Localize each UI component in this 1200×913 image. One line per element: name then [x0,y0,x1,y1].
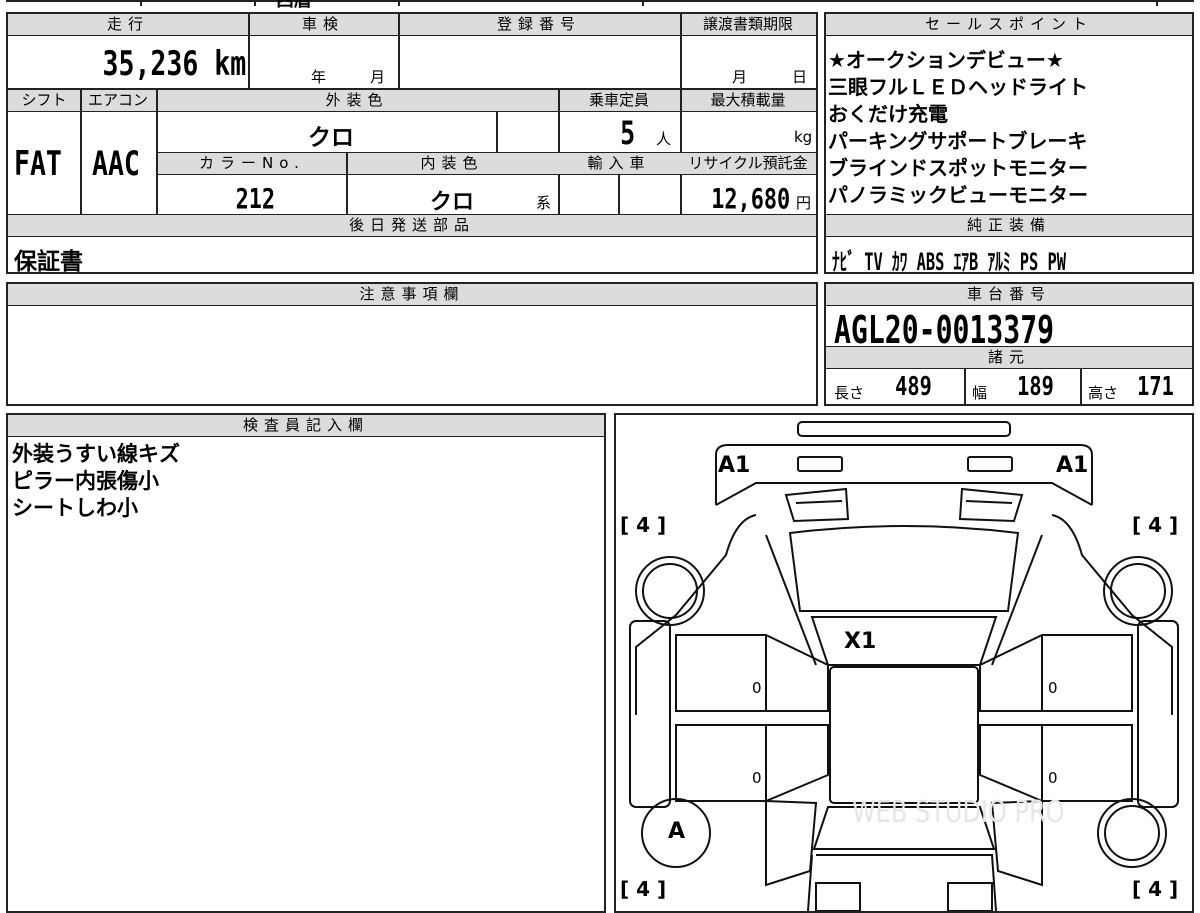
vehicle-info-table: 走行 車検 登録番号 譲渡書類期限 35,236 km 年 月 月 日 シフト … [6,12,818,275]
deadline-month-unit: 月 [732,68,748,86]
header-recycle: リサイクル預託金 [680,153,816,175]
header-exterior-color: 外装色 [156,90,558,112]
capacity-value: 5 [620,114,636,152]
header-max-load: 最大積載量 [680,90,816,112]
tire-rear-right: [ 4 ] [1132,877,1179,901]
tire-rear-left: [ 4 ] [620,877,667,901]
header-import: 輸入車 [558,153,680,175]
inspector-note-item: 外装うすい線キズ [12,442,180,466]
car-diagram [629,421,1179,911]
shift-value: FAT [14,144,62,184]
exterior-color-value: クロ [308,125,354,151]
header-aircon: エアコン [80,90,156,112]
inspector-notes-list: 外装うすい線キズ ピラー内張傷小 シートしわ小 [12,441,180,522]
door-front-left-mark: 0 [752,679,762,697]
load-unit: kg [794,128,813,146]
header-interior-color: 内装色 [346,153,558,175]
color-no-value: 212 [235,182,276,215]
sales-points-box: セールスポイント ★オークションデビュー★ 三眼フルＬＥＤヘッドライト おくだけ… [824,12,1194,276]
inspector-note-item: シートしわ小 [12,496,138,520]
mark-a1-right: A1 [1056,453,1089,478]
header-mileage: 走行 [8,14,248,36]
tire-front-right: [ 4 ] [1132,513,1179,537]
header-sales-points: セールスポイント [826,14,1192,36]
top-strip: 西暦 [6,0,1194,11]
sales-point-item: 三眼フルＬＥＤヘッドライト [828,75,1088,99]
capacity-unit: 人 [656,130,672,148]
inspector-note-item: ピラー内張傷小 [12,469,159,493]
later-parts-value: 保証書 [14,249,83,275]
sales-point-item: ★オークションデビュー★ [828,48,1064,72]
sales-points-list: ★オークションデビュー★ 三眼フルＬＥＤヘッドライト おくだけ充電 パーキングサ… [828,47,1190,209]
sales-point-item: パーキングサポートブレーキ [828,129,1088,153]
door-front-right-mark: 0 [1048,679,1058,697]
length-label: 長さ [834,384,865,402]
mileage-value: 35,236 km [102,44,246,84]
header-shift: シフト [8,90,80,112]
recycle-value: 12,680 [711,182,790,215]
header-capacity: 乗車定員 [558,90,680,112]
header-later-parts: 後日発送部品 [8,215,816,237]
width-value: 189 [1017,372,1054,402]
header-registration: 登録番号 [398,14,680,36]
chassis-box: 車台番号 AGL20-0013379 諸元 長さ 489 幅 189 高さ 17… [824,282,1194,406]
deadline-day-unit: 日 [792,68,808,86]
height-value: 171 [1137,372,1174,402]
mark-x1: X1 [844,629,877,654]
sales-point-item: おくだけ充電 [828,102,948,126]
caution-box: 注意事項欄 [6,282,818,406]
header-inspector: 検査員記入欄 [8,415,604,437]
car-diagram-box: A1 A1 X1 A [ 4 ] [ 4 ] [ 4 ] [ 4 ] 0 0 0… [614,413,1194,913]
shaken-year-unit: 年 [311,68,327,86]
header-color-no: カラーNo. [158,153,346,175]
recycle-unit: 円 [796,194,812,212]
header-shaken: 車検 [248,14,398,36]
height-label: 高さ [1088,384,1119,402]
door-rear-left-mark: 0 [752,769,762,787]
mark-a1-left: A1 [718,453,751,478]
top-partial-text: 西暦 [276,0,312,11]
width-label: 幅 [972,384,988,402]
sales-point-item: パノラミックビューモニター [828,183,1088,207]
header-transfer-deadline: 譲渡書類期限 [680,14,816,36]
header-genuine-equipment: 純正装備 [826,215,1192,237]
header-caution: 注意事項欄 [8,284,816,306]
header-chassis-no: 車台番号 [826,284,1192,306]
shaken-month-unit: 月 [370,68,386,86]
interior-suffix: 系 [536,194,552,212]
header-specs: 諸元 [826,347,1192,369]
inspector-box: 検査員記入欄 外装うすい線キズ ピラー内張傷小 シートしわ小 [6,413,606,913]
aircon-value: AAC [92,144,140,184]
watermark: WEB STUDIO PRO [852,795,1065,830]
interior-color-value: クロ [430,190,475,215]
door-rear-right-mark: 0 [1048,769,1058,787]
tire-front-left: [ 4 ] [620,513,667,537]
equipment-value: ﾅﾋﾞ TV ｶﾜ ABS ｴｱB ｱﾙﾐ PS PW [832,248,1067,276]
length-value: 489 [895,372,932,402]
sales-point-item: ブラインドスポットモニター [828,156,1088,180]
mark-a: A [668,819,686,844]
